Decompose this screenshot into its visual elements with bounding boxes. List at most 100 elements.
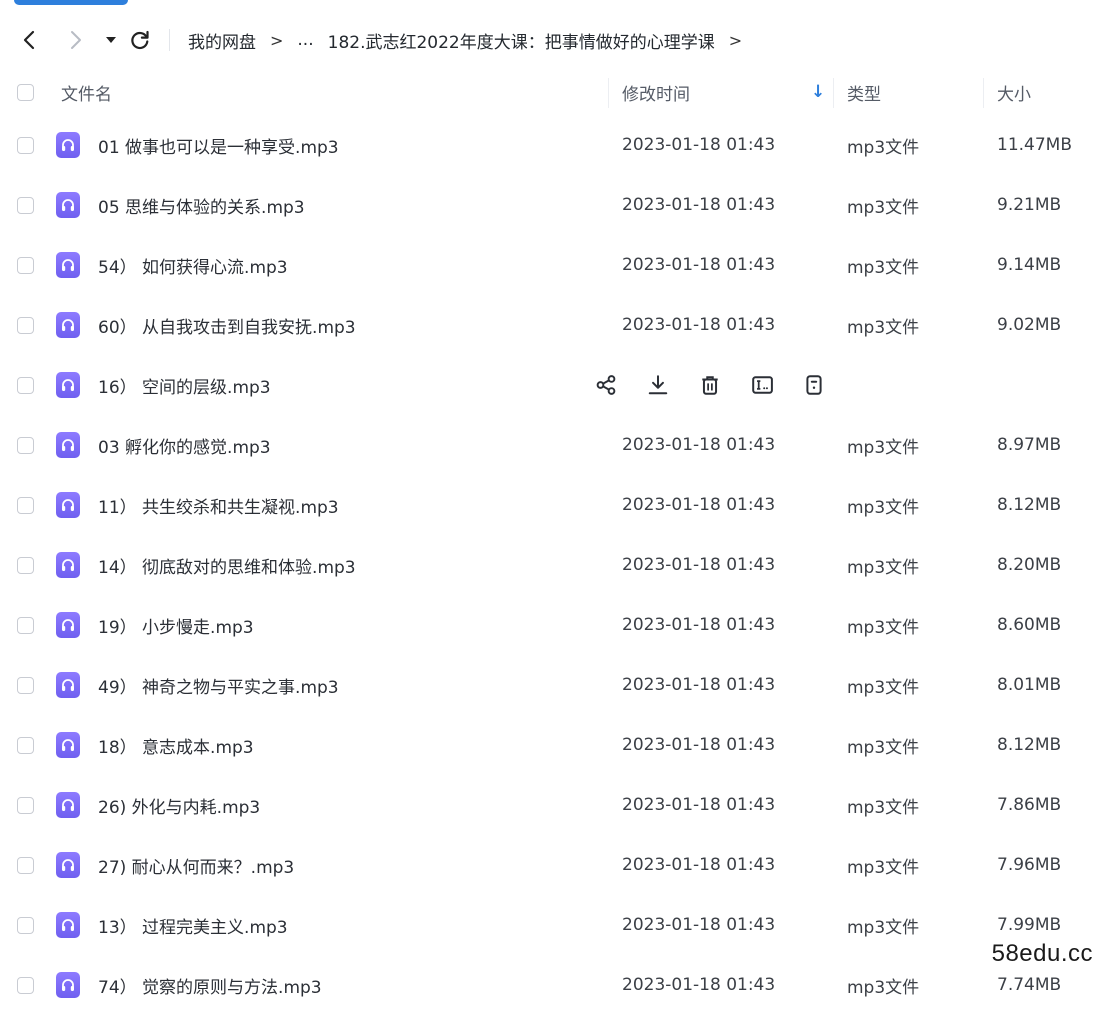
sort-desc-icon[interactable]: ↓ <box>811 70 825 114</box>
file-name[interactable]: 49） 神奇之物与平实之事.mp3 <box>98 655 339 715</box>
file-row[interactable]: 60） 从自我攻击到自我安抚.mp3 2023-01-18 01:43 mp3文件 9… <box>0 295 1111 355</box>
column-divider[interactable] <box>983 78 984 108</box>
delete-icon <box>702 376 718 395</box>
file-name[interactable]: 18） 意志成本.mp3 <box>98 715 254 775</box>
row-checkbox[interactable] <box>17 355 34 415</box>
breadcrumb-ellipsis[interactable]: ... <box>297 30 313 50</box>
breadcrumb-current-folder[interactable]: 182.武志红2022年度大课：把事情做好的心理学课 <box>328 28 715 53</box>
file-name[interactable]: 60） 从自我攻击到自我安抚.mp3 <box>98 295 356 355</box>
file-type: mp3文件 <box>847 857 920 878</box>
file-type: mp3文件 <box>847 797 920 818</box>
file-row[interactable]: 27) 耐心从何而来？.mp3 2023-01-18 01:43 mp3文件 7.96… <box>0 835 1111 895</box>
column-divider[interactable] <box>608 78 609 108</box>
row-checkbox[interactable] <box>17 655 34 715</box>
file-size: 8.01MB <box>997 675 1062 695</box>
file-name[interactable]: 26) 外化与内耗.mp3 <box>98 775 260 835</box>
row-checkbox[interactable] <box>17 535 34 595</box>
file-name[interactable]: 27) 耐心从何而来？.mp3 <box>98 835 294 895</box>
row-checkbox[interactable] <box>17 475 34 535</box>
file-name[interactable]: 74） 觉察的原则与方法.mp3 <box>98 955 322 1015</box>
select-all-checkbox[interactable] <box>17 70 34 114</box>
file-name[interactable]: 14） 彻底敌对的思维和体验.mp3 <box>98 535 356 595</box>
headphones-glyph <box>62 619 74 631</box>
file-row[interactable]: 05 思维与体验的关系.mp3 2023-01-18 01:43 mp3文件 9.21… <box>0 175 1111 235</box>
file-name[interactable]: 11） 共生绞杀和共生凝视.mp3 <box>98 475 339 535</box>
headphones-glyph <box>62 679 74 691</box>
file-mtime: 2023-01-18 01:43 <box>622 435 776 455</box>
audio-file-icon <box>56 295 80 355</box>
toolbar-divider <box>169 29 170 51</box>
file-name[interactable]: 13） 过程完美主义.mp3 <box>98 895 288 955</box>
delete-button[interactable] <box>699 355 751 415</box>
file-row[interactable]: 54） 如何获得心流.mp3 2023-01-18 01:43 mp3文件 9.14M… <box>0 235 1111 295</box>
file-name[interactable]: 05 思维与体验的关系.mp3 <box>98 175 305 235</box>
file-name[interactable]: 16） 空间的层级.mp3 <box>98 355 271 415</box>
row-checkbox[interactable] <box>17 775 34 835</box>
file-row[interactable]: 19） 小步慢走.mp3 2023-01-18 01:43 mp3文件 8.60MB <box>0 595 1111 655</box>
file-size: 8.12MB <box>997 495 1062 515</box>
row-checkbox[interactable] <box>17 175 34 235</box>
column-divider[interactable] <box>833 78 834 108</box>
file-size: 9.02MB <box>997 315 1062 335</box>
row-checkbox[interactable] <box>17 955 34 1015</box>
headphones-glyph <box>62 139 74 151</box>
column-header-mtime[interactable]: 修改时间 <box>622 70 690 114</box>
row-checkbox[interactable] <box>17 115 34 175</box>
back-button[interactable] <box>15 25 45 55</box>
rename-icon <box>752 376 773 394</box>
file-mtime: 2023-01-18 01:43 <box>622 735 776 755</box>
file-type: mp3文件 <box>847 557 920 578</box>
row-checkbox[interactable] <box>17 715 34 775</box>
file-name[interactable]: 19） 小步慢走.mp3 <box>98 595 254 655</box>
file-name[interactable]: 03 孵化你的感觉.mp3 <box>98 415 271 475</box>
headphones-glyph <box>62 499 74 511</box>
file-mtime: 2023-01-18 01:43 <box>622 495 776 515</box>
headphones-glyph <box>62 559 74 571</box>
breadcrumb-separator: > <box>270 30 284 50</box>
file-mtime: 2023-01-18 01:43 <box>622 915 776 935</box>
file-row[interactable]: 03 孵化你的感觉.mp3 2023-01-18 01:43 mp3文件 8.97MB <box>0 415 1111 475</box>
file-type: mp3文件 <box>847 977 920 998</box>
refresh-button[interactable] <box>125 25 155 55</box>
rename-button[interactable] <box>751 355 803 415</box>
file-row[interactable]: 26) 外化与内耗.mp3 2023-01-18 01:43 mp3文件 7.86MB <box>0 775 1111 835</box>
audio-file-icon <box>56 475 80 535</box>
file-row[interactable]: 01 做事也可以是一种享受.mp3 2023-01-18 01:43 mp3文件 11… <box>0 115 1111 175</box>
file-row[interactable]: 74） 觉察的原则与方法.mp3 2023-01-18 01:43 mp3文件 7.7… <box>0 955 1111 1015</box>
forward-button[interactable] <box>60 25 90 55</box>
headphones-glyph <box>62 259 74 271</box>
headphones-glyph <box>62 319 74 331</box>
row-checkbox[interactable] <box>17 415 34 475</box>
top-accent-bar <box>14 0 128 5</box>
file-type: mp3文件 <box>847 677 920 698</box>
row-checkbox[interactable] <box>17 895 34 955</box>
file-type: mp3文件 <box>847 497 920 518</box>
file-row[interactable]: 14） 彻底敌对的思维和体验.mp3 2023-01-18 01:43 mp3文件 8… <box>0 535 1111 595</box>
row-checkbox[interactable] <box>17 595 34 655</box>
column-header-type[interactable]: 类型 <box>847 70 881 114</box>
audio-file-icon <box>56 895 80 955</box>
file-row[interactable]: 11） 共生绞杀和共生凝视.mp3 2023-01-18 01:43 mp3文件 8.… <box>0 475 1111 535</box>
download-button[interactable] <box>647 355 699 415</box>
share-button[interactable] <box>595 355 647 415</box>
file-row[interactable]: 18） 意志成本.mp3 2023-01-18 01:43 mp3文件 8.12MB <box>0 715 1111 775</box>
audio-file-icon <box>56 235 80 295</box>
file-name[interactable]: 54） 如何获得心流.mp3 <box>98 235 288 295</box>
share-icon <box>596 375 616 395</box>
file-row[interactable]: 13） 过程完美主义.mp3 2023-01-18 01:43 mp3文件 7.99M… <box>0 895 1111 955</box>
column-header-name[interactable]: 文件名 <box>61 70 112 114</box>
more-icon <box>806 375 822 395</box>
file-type: mp3文件 <box>847 257 920 278</box>
more-button[interactable] <box>803 355 855 415</box>
column-header-size[interactable]: 大小 <box>997 70 1031 114</box>
file-mtime: 2023-01-18 01:43 <box>622 675 776 695</box>
row-checkbox[interactable] <box>17 835 34 895</box>
breadcrumb-root[interactable]: 我的网盘 <box>188 28 256 53</box>
file-name[interactable]: 01 做事也可以是一种享受.mp3 <box>98 115 339 175</box>
row-checkbox[interactable] <box>17 295 34 355</box>
file-row[interactable]: 49） 神奇之物与平实之事.mp3 2023-01-18 01:43 mp3文件 8.… <box>0 655 1111 715</box>
file-row[interactable]: 16） 空间的层级.mp3 <box>0 355 1111 415</box>
row-checkbox[interactable] <box>17 235 34 295</box>
file-mtime: 2023-01-18 01:43 <box>622 555 776 575</box>
history-dropdown-button[interactable] <box>96 25 126 55</box>
